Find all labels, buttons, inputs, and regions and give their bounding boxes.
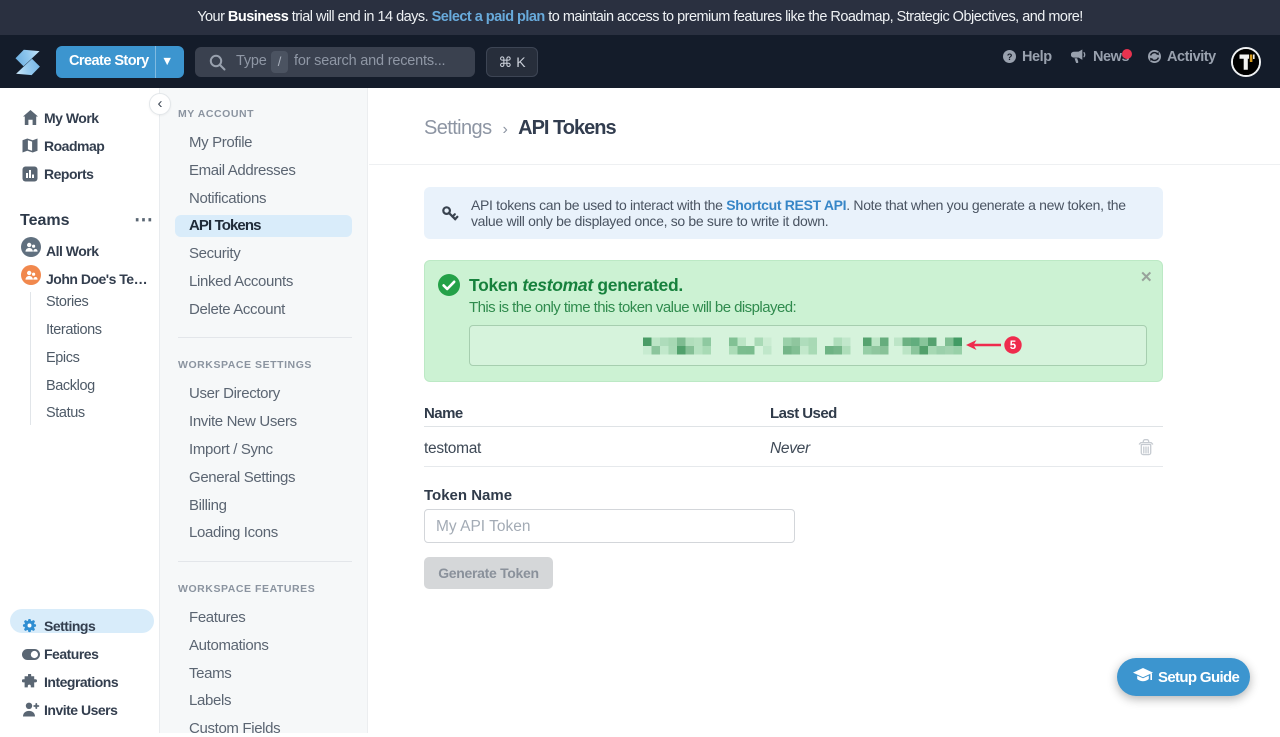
svg-text:?: ?: [1007, 52, 1013, 62]
svg-text:5: 5: [1010, 340, 1017, 352]
